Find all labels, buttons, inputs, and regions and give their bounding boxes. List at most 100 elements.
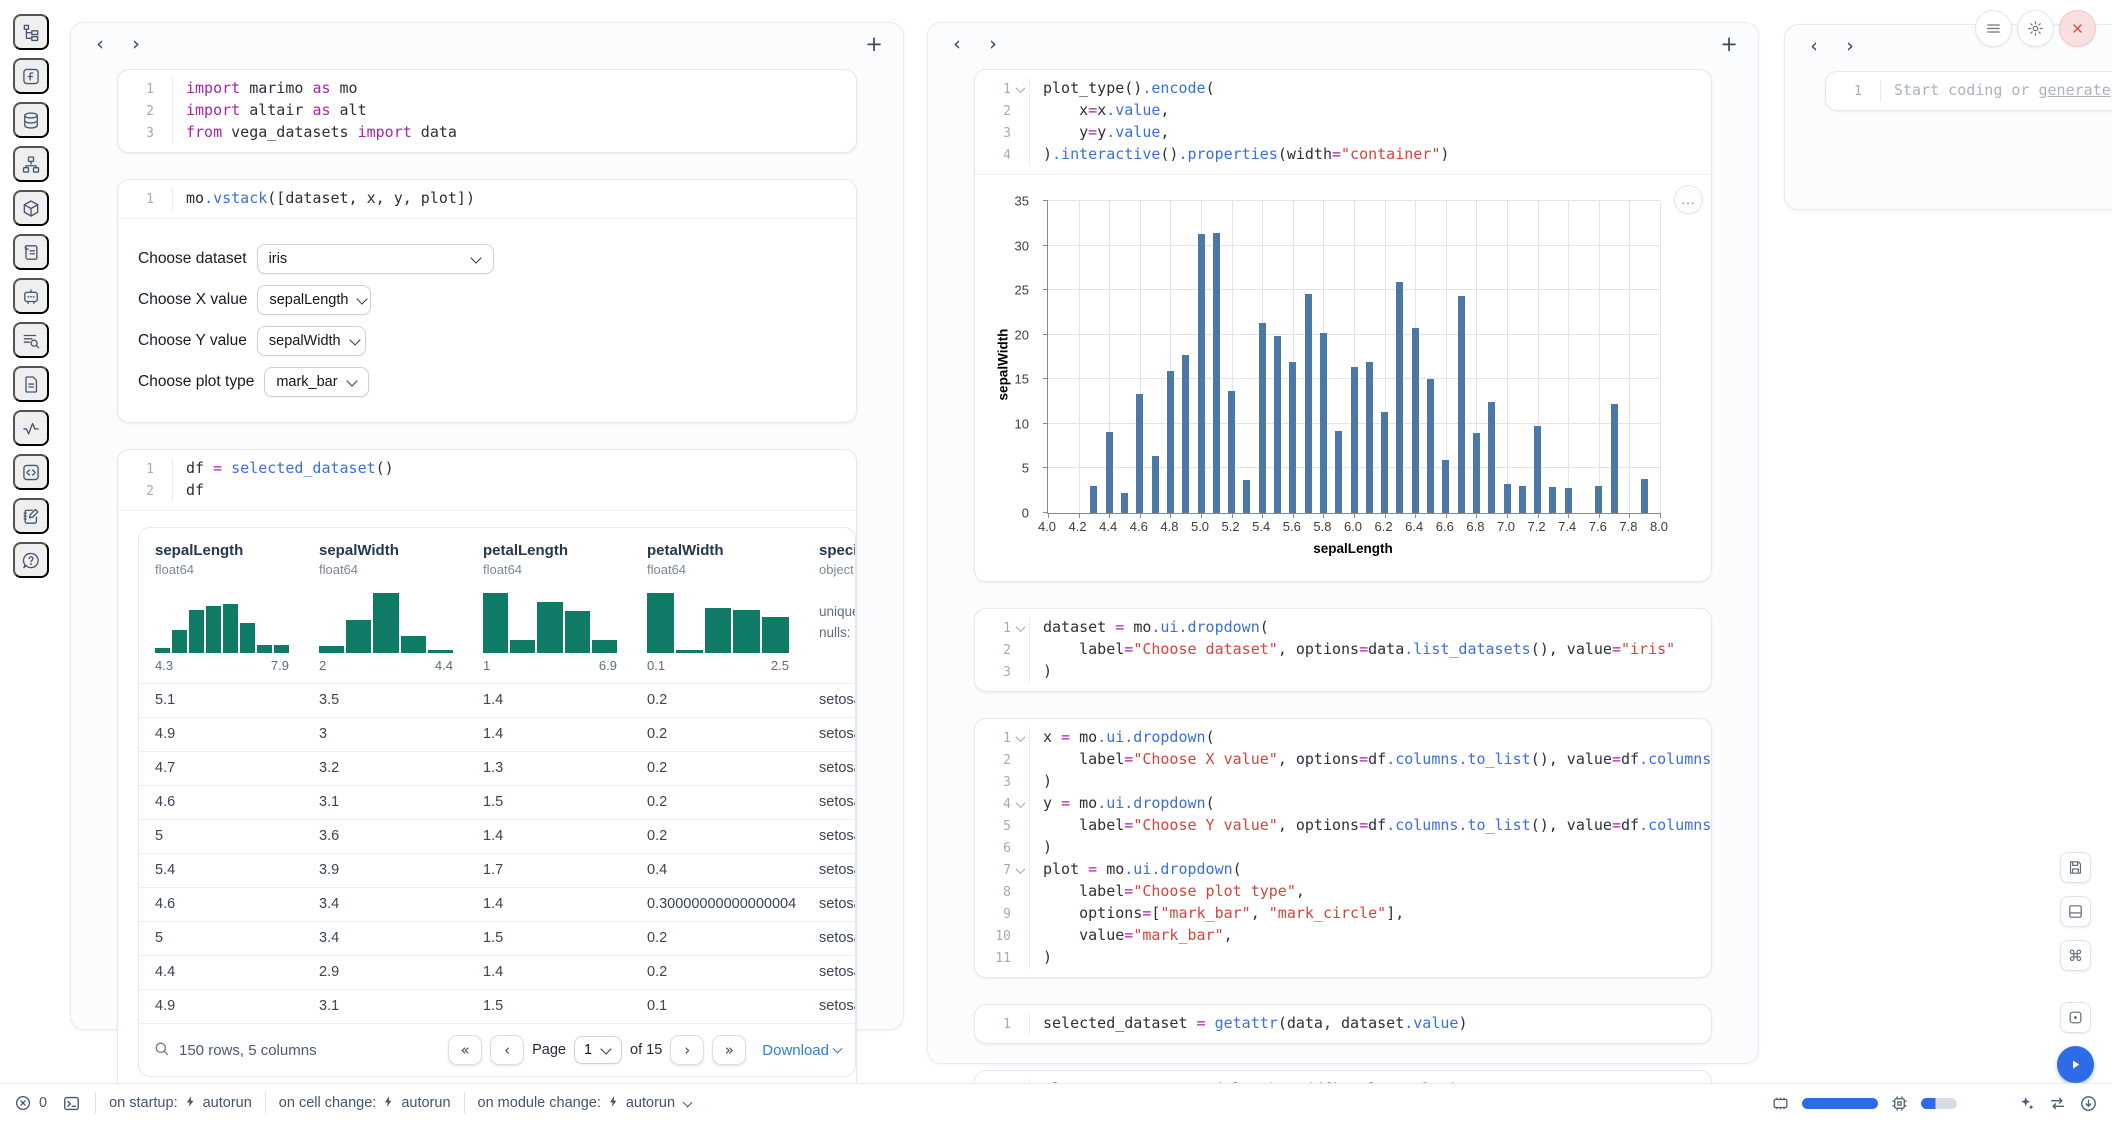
cell-xy-plot-dropdowns[interactable]: 1x = mo.ui.dropdown(2 label="Choose X va… <box>974 718 1712 978</box>
x-tick-label: 4.8 <box>1160 519 1178 534</box>
bot-message-icon[interactable] <box>13 278 49 314</box>
cell-imports[interactable]: 1import marimo as mo2import altair as al… <box>117 69 857 153</box>
page-select[interactable]: 1 <box>574 1036 622 1064</box>
choose-x-value-select[interactable]: sepalLength <box>257 285 371 315</box>
column-header-species[interactable]: speciesobjectunique:nulls: <box>803 528 856 683</box>
table-row[interactable]: 5.13.51.40.2setosa <box>139 683 855 717</box>
chart-bar <box>1182 355 1189 513</box>
autorun-config-on-cell-change[interactable]: on cell change:autorun <box>265 1092 464 1114</box>
table-cell: 1.7 <box>467 854 631 887</box>
xy-plot-dropdowns-code-editor[interactable]: 1x = mo.ui.dropdown(2 label="Choose X va… <box>975 719 1711 977</box>
terminal-button[interactable] <box>57 1090 85 1116</box>
download-icon[interactable] <box>2079 1094 2098 1113</box>
column-header-petalWidth[interactable]: petalWidthfloat640.12.5 <box>631 528 803 683</box>
column-scroll-right-button[interactable]: › <box>980 31 1006 57</box>
add-column-button[interactable]: + <box>861 31 887 57</box>
column-scroll-left-button[interactable]: ‹ <box>87 31 113 57</box>
square-code-icon[interactable] <box>13 454 49 490</box>
table-row[interactable]: 4.93.11.50.1setosa <box>139 989 855 1023</box>
function-square-icon[interactable] <box>13 58 49 94</box>
code-text: ) <box>1029 771 1711 793</box>
stop-kernel-button[interactable] <box>2060 1002 2091 1033</box>
sync-arrows-icon[interactable] <box>2048 1094 2067 1113</box>
activity-icon[interactable] <box>13 410 49 446</box>
dataset-dropdown-code-editor[interactable]: 1dataset = mo.ui.dropdown(2 label="Choos… <box>975 609 1711 691</box>
fold-spacer <box>1011 903 1029 925</box>
table-cell: 3.1 <box>303 990 467 1023</box>
table-row[interactable]: 4.63.41.40.30000000000000004setosa <box>139 887 855 921</box>
cell-dataset-dropdown[interactable]: 1dataset = mo.ui.dropdown(2 label="Choos… <box>974 608 1712 692</box>
vstack-code-editor[interactable]: 1mo.vstack([dataset, x, y, plot]) <box>118 180 856 218</box>
autorun-config-on-startup[interactable]: on startup:autorun <box>95 1092 265 1114</box>
search-icon[interactable] <box>153 1040 170 1061</box>
column-2-cells: 1plot_type().encode(2 x=x.value,3 y=y.va… <box>928 65 1758 1110</box>
file-text-icon[interactable] <box>13 366 49 402</box>
scratch-code-editor[interactable]: 1Start coding or generate with AI <box>1826 72 2112 110</box>
run-all-button[interactable] <box>2057 1046 2094 1083</box>
add-column-button[interactable]: + <box>1716 31 1742 57</box>
save-icon[interactable] <box>2060 852 2091 883</box>
table-row[interactable]: 4.73.21.30.2setosa <box>139 751 855 785</box>
table-row[interactable]: 4.63.11.50.2setosa <box>139 785 855 819</box>
table-row[interactable]: 4.42.91.40.2setosa <box>139 955 855 989</box>
code-line: 1dataset = mo.ui.dropdown( <box>975 617 1711 639</box>
column-scroll-right-button[interactable]: › <box>1837 33 1863 59</box>
shutdown-button[interactable] <box>2059 10 2096 47</box>
choose-dataset-select[interactable]: iris <box>257 244 494 274</box>
choose-y-value-select[interactable]: sepalWidth <box>257 326 366 356</box>
choose-plot-type-select[interactable]: mark_bar <box>264 367 369 397</box>
last-page-button[interactable]: » <box>712 1035 746 1065</box>
chart-bar <box>1213 233 1220 513</box>
notebook-pen-icon[interactable] <box>13 498 49 534</box>
altair-bar-chart[interactable]: 4.04.24.44.64.85.05.25.45.65.86.06.26.46… <box>995 193 1695 565</box>
column-header-petalLength[interactable]: petalLengthfloat6416.9 <box>467 528 631 683</box>
cell-plot-encode[interactable]: 1plot_type().encode(2 x=x.value,3 y=y.va… <box>974 69 1712 582</box>
table-row[interactable]: 4.931.40.2setosa <box>139 717 855 751</box>
first-page-button[interactable]: « <box>448 1035 482 1065</box>
window-controls <box>1973 10 2096 47</box>
autorun-config-on-module-change[interactable]: on module change:autorun <box>464 1092 705 1114</box>
table-cell: 3.6 <box>303 820 467 853</box>
page-label: Page <box>532 1042 566 1058</box>
imports-code-editor[interactable]: 1import marimo as mo2import altair as al… <box>118 70 856 152</box>
message-question-icon[interactable] <box>13 542 49 578</box>
ai-sparkles-icon[interactable] <box>2017 1094 2036 1113</box>
cell-empty-scratch[interactable]: 1Start coding or generate with AI <box>1825 71 2112 111</box>
fold-spacer <box>1011 661 1029 683</box>
chart-plot-area[interactable] <box>1047 201 1660 514</box>
settings-gear-button[interactable] <box>2017 10 2054 47</box>
selected-dataset-code-editor[interactable]: 1selected_dataset = getattr(data, datase… <box>975 1005 1711 1043</box>
x-tick-label: 6.2 <box>1375 519 1393 534</box>
error-count-indicator[interactable]: 0 <box>14 1094 47 1112</box>
cell-selected-dataset[interactable]: 1selected_dataset = getattr(data, datase… <box>974 1004 1712 1044</box>
dataframe-code-editor[interactable]: 1df = selected_dataset()2df <box>118 450 856 510</box>
column-scroll-right-button[interactable]: › <box>123 31 149 57</box>
download-button[interactable]: Download <box>762 1042 841 1059</box>
column-name: petalWidth <box>647 542 803 559</box>
table-row[interactable]: 5.43.91.70.4setosa <box>139 853 855 887</box>
table-row[interactable]: 53.41.50.2setosa <box>139 921 855 955</box>
line-number: 1 <box>118 458 154 480</box>
next-page-button[interactable]: › <box>670 1035 704 1065</box>
fold-chevron-icon <box>1011 859 1029 881</box>
notebook-menu-button[interactable] <box>1975 10 2012 47</box>
scroll-text-icon[interactable] <box>13 234 49 270</box>
plot-code-editor[interactable]: 1plot_type().encode(2 x=x.value,3 y=y.va… <box>975 70 1711 174</box>
column-scroll-left-button[interactable]: ‹ <box>1801 33 1827 59</box>
code-line: 3) <box>975 771 1711 793</box>
column-header-sepalLength[interactable]: sepalLengthfloat644.37.9 <box>139 528 303 683</box>
panel-layout-icon[interactable] <box>2060 896 2091 927</box>
network-icon[interactable] <box>13 146 49 182</box>
cell-dataframe[interactable]: 1df = selected_dataset()2df sepalLengthf… <box>117 449 857 1096</box>
column-header-sepalWidth[interactable]: sepalWidthfloat6424.4 <box>303 528 467 683</box>
cell-vstack[interactable]: 1mo.vstack([dataset, x, y, plot]) Choose… <box>117 179 857 423</box>
file-tree-icon[interactable] <box>13 14 49 50</box>
database-icon[interactable] <box>13 102 49 138</box>
text-search-icon[interactable] <box>13 322 49 358</box>
table-row[interactable]: 53.61.40.2setosa <box>139 819 855 853</box>
package-icon[interactable] <box>13 190 49 226</box>
keyboard-shortcuts-button[interactable]: ⌘ <box>2060 940 2091 971</box>
previous-page-button[interactable]: ‹ <box>490 1035 524 1065</box>
column-scroll-left-button[interactable]: ‹ <box>944 31 970 57</box>
chart-actions-button[interactable]: … <box>1674 185 1703 214</box>
